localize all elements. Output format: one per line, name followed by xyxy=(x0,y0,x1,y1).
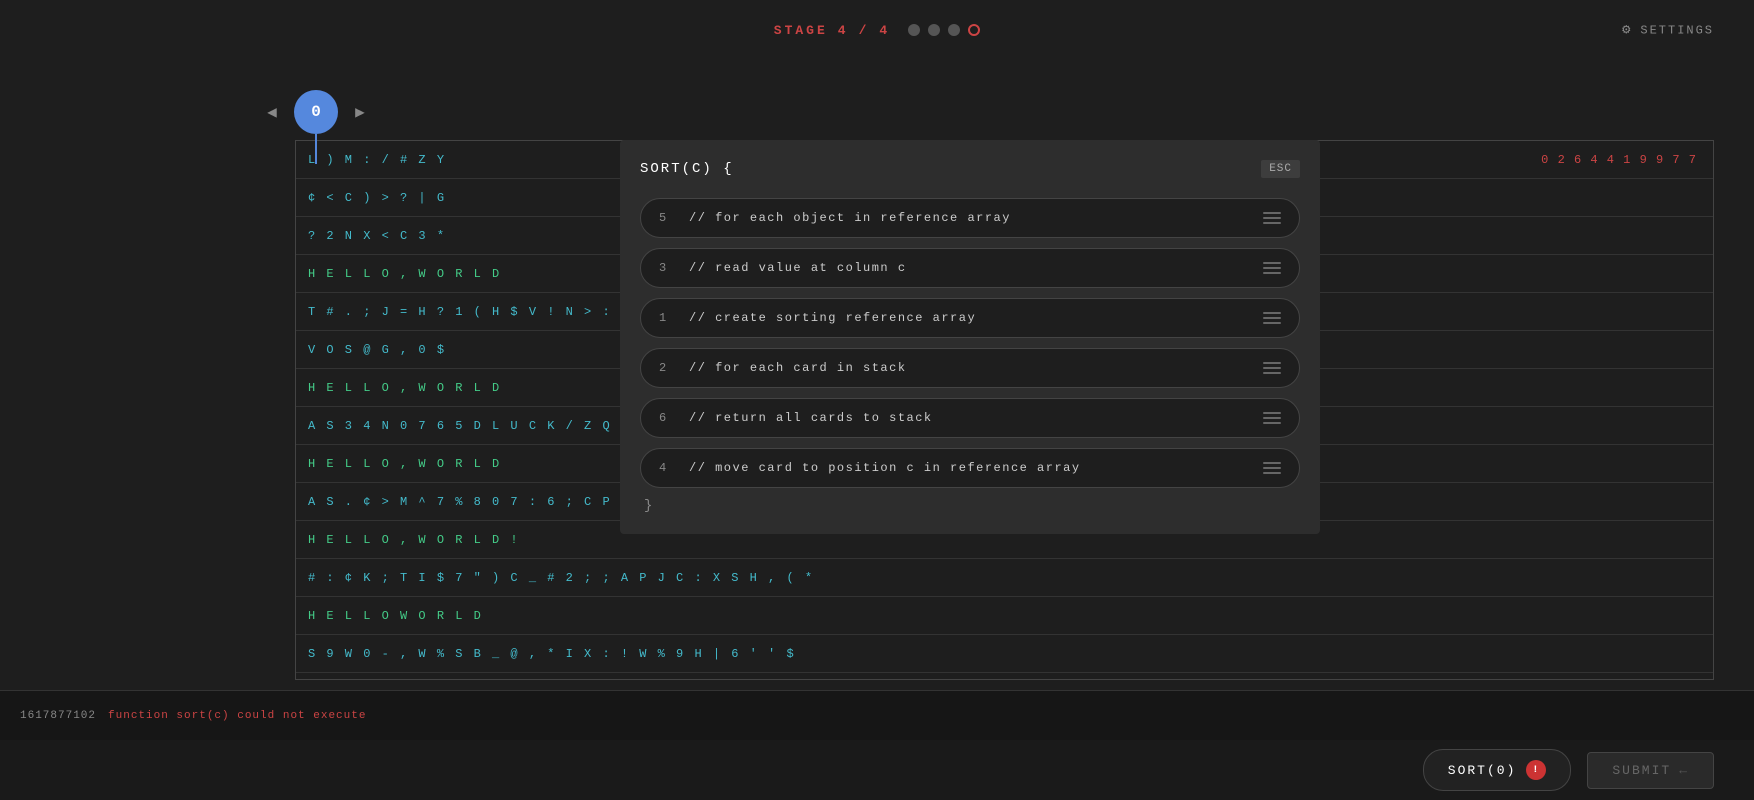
modal-item-text: // for each card in stack xyxy=(689,361,1263,375)
card-row-number: 0 2 6 4 4 1 9 9 7 7 xyxy=(1525,145,1713,175)
modal-item-text: // for each object in reference array xyxy=(689,211,1263,225)
modal-overlay: SORT(C) { ESC 5 // for each object in ref… xyxy=(620,140,1320,534)
table-row: 4 B % ^ : I 9 & E & 5 ! V B 3 L P ¢ 5 Z … xyxy=(296,673,1713,680)
modal-item[interactable]: 3 // read value at column c xyxy=(640,248,1300,288)
table-row: S 9 W 0 - , W % S B _ @ , * I X : ! W % … xyxy=(296,635,1713,673)
status-timestamp: 1617877102 xyxy=(20,710,96,722)
stage-label: STAGE 4 / 4 xyxy=(774,23,980,38)
drag-handle-icon[interactable] xyxy=(1263,212,1281,224)
drag-handle-icon[interactable] xyxy=(1263,362,1281,374)
drag-handle-icon[interactable] xyxy=(1263,462,1281,474)
settings-button[interactable]: ⚙ SETTINGS xyxy=(1622,22,1714,39)
nav-prev-arrow[interactable]: ◀ xyxy=(260,100,284,124)
nav-next-arrow[interactable]: ▶ xyxy=(348,100,372,124)
modal-item-number: 3 xyxy=(659,261,675,275)
modal-item-text: // move card to position c in reference … xyxy=(689,461,1263,475)
modal-item-number: 5 xyxy=(659,211,675,225)
card-row-content: 4 B % ^ : I 9 & E & 5 ! V B 3 L P ¢ 5 Z … xyxy=(296,677,1713,681)
sort-notification-dot: ! xyxy=(1526,760,1546,780)
stage-dot-2 xyxy=(928,24,940,36)
stage-total: 4 xyxy=(879,23,890,38)
sort-button[interactable]: SORT(0) ! xyxy=(1423,749,1572,791)
esc-button[interactable]: ESC xyxy=(1261,160,1300,178)
modal-title: SORT(C) { xyxy=(640,161,734,177)
modal-item[interactable]: 1 // create sorting reference array xyxy=(640,298,1300,338)
modal-item[interactable]: 5 // for each object in reference array xyxy=(640,198,1300,238)
card-row-content: # : ¢ K ; T I $ 7 " ) C _ # 2 ; ; A P J … xyxy=(296,563,1713,593)
stage-dots xyxy=(908,24,980,36)
modal-items: 5 // for each object in reference array 3 /… xyxy=(640,198,1300,488)
modal-item-number: 2 xyxy=(659,361,675,375)
modal-item-number: 6 xyxy=(659,411,675,425)
card-row-content: H E L L O W O R L D xyxy=(296,601,1713,631)
modal-item-number: 4 xyxy=(659,461,675,475)
status-message: function sort(c) could not execute xyxy=(108,710,366,722)
stage-dot-1 xyxy=(908,24,920,36)
modal-closing-brace: } xyxy=(640,498,1300,514)
submit-button[interactable]: SUBMIT ← xyxy=(1587,752,1714,789)
modal-header: SORT(C) { ESC xyxy=(640,160,1300,178)
table-row: H E L L O W O R L D xyxy=(296,597,1713,635)
modal-item[interactable]: 4 // move card to position c in reference… xyxy=(640,448,1300,488)
status-bar: 1617877102 function sort(c) could not ex… xyxy=(0,690,1754,740)
modal-item[interactable]: 6 // return all cards to stack xyxy=(640,398,1300,438)
drag-handle-icon[interactable] xyxy=(1263,312,1281,324)
stage-text: STAGE xyxy=(774,23,828,38)
submit-label: SUBMIT xyxy=(1612,763,1671,778)
modal-item-number: 1 xyxy=(659,311,675,325)
card-row-content: S 9 W 0 - , W % S B _ @ , * I X : ! W % … xyxy=(296,639,1713,669)
drag-handle-icon[interactable] xyxy=(1263,412,1281,424)
bottom-bar: SORT(0) ! SUBMIT ← xyxy=(0,740,1754,800)
stage-dot-3 xyxy=(948,24,960,36)
stage-separator: / xyxy=(859,23,870,38)
modal-item-text: // create sorting reference array xyxy=(689,311,1263,325)
drag-handle-icon[interactable] xyxy=(1263,262,1281,274)
gear-icon: ⚙ xyxy=(1622,22,1632,39)
sort-button-label: SORT(0) xyxy=(1448,763,1517,778)
nav-controls: ◀ 0 ▶ xyxy=(260,90,372,134)
modal-item-text: // read value at column c xyxy=(689,261,1263,275)
stage-current: 4 xyxy=(838,23,849,38)
header: STAGE 4 / 4 ⚙ SETTINGS xyxy=(0,0,1754,60)
submit-arrow-icon: ← xyxy=(1679,763,1689,778)
modal-item-text: // return all cards to stack xyxy=(689,411,1263,425)
nav-number: 0 xyxy=(294,90,338,134)
stage-dot-4 xyxy=(968,24,980,36)
settings-label: SETTINGS xyxy=(1640,23,1714,37)
table-row: # : ¢ K ; T I $ 7 " ) C _ # 2 ; ; A P J … xyxy=(296,559,1713,597)
main-content: ◀ 0 ▶ L ) M : / # Z Y0 2 6 4 4 1 9 9 7 7… xyxy=(0,60,1754,680)
modal-item[interactable]: 2 // for each card in stack xyxy=(640,348,1300,388)
